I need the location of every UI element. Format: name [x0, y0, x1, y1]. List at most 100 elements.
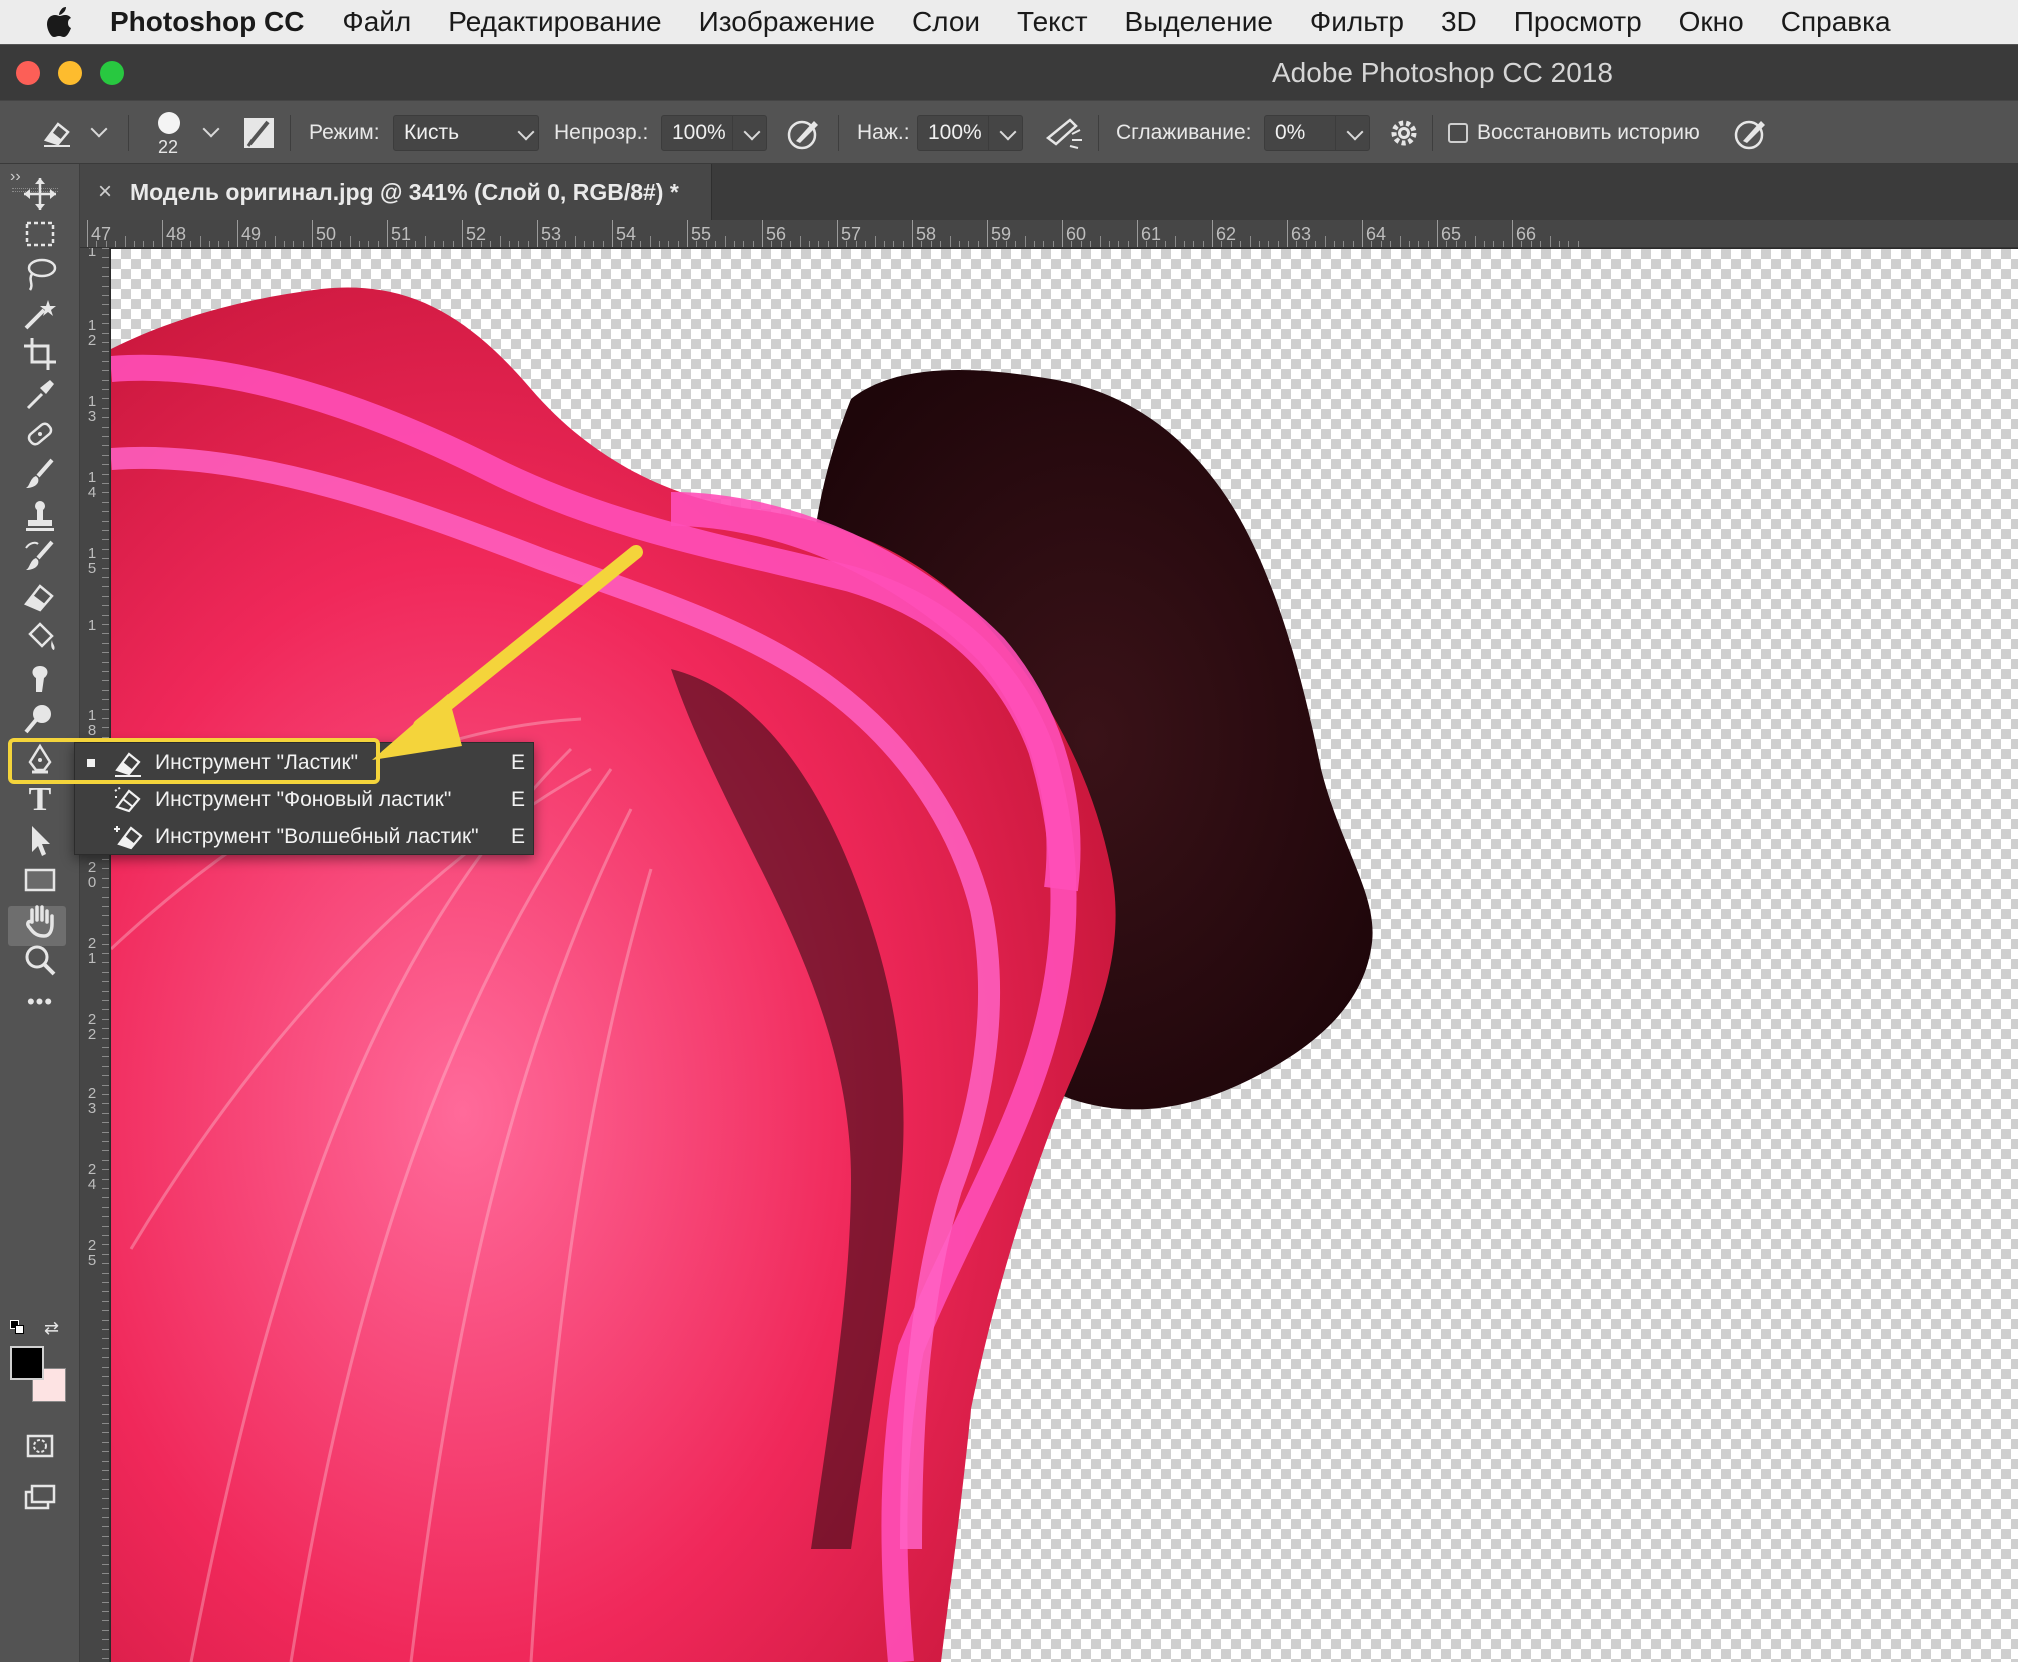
document-tab[interactable]: × Модель оригинал.jpg @ 341% (Слой 0, RG… — [80, 164, 712, 220]
ruler-minor-tick — [102, 1554, 109, 1556]
menu-image[interactable]: Изображение — [699, 6, 875, 38]
ruler-minor-tick — [302, 241, 304, 247]
ruler-minor-tick — [102, 379, 109, 381]
ruler-minor-tick — [102, 661, 109, 663]
flyout-item-label: Инструмент "Фоновый ластик" — [155, 788, 452, 811]
rectangle-tool[interactable] — [18, 858, 62, 902]
ruler-minor-tick — [102, 454, 109, 456]
ruler-label: 66 — [1516, 224, 1537, 244]
ruler-minor-tick — [359, 241, 360, 247]
flow-input[interactable]: 100% — [917, 115, 1023, 151]
chevron-down-icon[interactable] — [202, 120, 220, 138]
menu-file[interactable]: Файл — [342, 6, 411, 38]
gear-icon — [1391, 120, 1417, 146]
minimize-window-button[interactable] — [58, 61, 82, 85]
brush-settings-toggle[interactable] — [242, 101, 276, 165]
marquee-tool[interactable] — [18, 212, 62, 256]
mode-select[interactable]: Кисть — [393, 115, 539, 151]
brush-tool[interactable] — [18, 452, 62, 496]
paint-bucket-tool[interactable] — [18, 616, 62, 660]
ruler-minor-tick — [102, 1159, 109, 1161]
menu-layers[interactable]: Слои — [912, 6, 980, 38]
ruler-minor-tick — [471, 241, 473, 247]
menu-3d[interactable]: 3D — [1441, 6, 1477, 38]
close-window-button[interactable] — [16, 61, 40, 85]
ruler-minor-tick — [102, 492, 109, 494]
clone-stamp-tool[interactable] — [18, 494, 62, 538]
healing-brush-tool[interactable] — [18, 412, 62, 456]
history-brush-tool[interactable] — [18, 534, 62, 578]
magic-wand-tool[interactable] — [18, 292, 62, 336]
ruler-minor-tick — [977, 241, 979, 247]
ruler-minor-tick — [102, 1385, 109, 1387]
menu-type[interactable]: Текст — [1017, 6, 1088, 38]
menu-select[interactable]: Выделение — [1125, 6, 1273, 38]
pressure-size-icon — [1734, 120, 1765, 150]
ruler-minor-tick — [102, 1056, 109, 1058]
app-name[interactable]: Photoshop CC — [110, 6, 304, 38]
menu-edit[interactable]: Редактирование — [448, 6, 661, 38]
opacity-input[interactable]: 100% — [661, 115, 767, 151]
eyedropper-tool[interactable] — [18, 372, 62, 416]
ruler-minor-tick — [790, 241, 792, 247]
ruler-minor-tick — [1521, 241, 1523, 247]
chevron-down-icon[interactable] — [90, 120, 108, 138]
zoom-window-button[interactable] — [100, 61, 124, 85]
dodge-tool[interactable] — [18, 696, 62, 740]
quick-mask-button[interactable] — [18, 1424, 62, 1468]
menu-help[interactable]: Справка — [1781, 6, 1891, 38]
lasso-tool[interactable] — [18, 252, 62, 296]
ruler-minor-tick — [1418, 241, 1420, 247]
hand-tool[interactable] — [18, 898, 62, 942]
default-colors-icon[interactable] — [10, 1320, 24, 1334]
tool-preset-picker[interactable] — [40, 101, 74, 165]
menu-view[interactable]: Просмотр — [1514, 6, 1642, 38]
move-tool[interactable] — [18, 172, 62, 216]
restore-history-checkbox[interactable] — [1448, 123, 1468, 143]
ruler-minor-tick — [102, 1310, 109, 1312]
type-tool[interactable]: T — [18, 778, 62, 822]
close-document-icon[interactable]: × — [80, 178, 130, 206]
dodge-icon — [24, 705, 51, 734]
highlight-box-annotation — [8, 738, 380, 784]
hand-icon — [26, 905, 54, 938]
smoothing-settings-button[interactable] — [1387, 101, 1421, 165]
ruler-minor-tick — [724, 236, 726, 247]
ruler-label: 63 — [1291, 224, 1312, 244]
tablet-pressure-size-toggle[interactable] — [1733, 101, 1769, 165]
menu-filter[interactable]: Фильтр — [1310, 6, 1404, 38]
ruler-minor-tick — [102, 313, 109, 315]
brush-icon — [26, 458, 54, 488]
ruler-minor-tick — [102, 1253, 109, 1255]
screen-mode-button[interactable] — [18, 1476, 62, 1520]
ruler-minor-tick — [499, 236, 501, 247]
path-selection-tool[interactable] — [18, 818, 62, 862]
flyout-item-magic-eraser[interactable]: Инструмент "Волшебный ластик" E — [75, 819, 535, 855]
zoom-tool[interactable] — [18, 938, 62, 982]
swap-colors-icon[interactable]: ⇄ — [44, 1318, 59, 1339]
menu-window[interactable]: Окно — [1679, 6, 1744, 38]
more-tools[interactable]: ••• — [18, 980, 62, 1024]
apple-icon[interactable] — [38, 7, 82, 37]
ruler-minor-tick — [102, 1150, 109, 1152]
ruler-minor-tick — [1427, 241, 1429, 247]
smoothing-input[interactable]: 0% — [1264, 115, 1370, 151]
restore-history-label[interactable]: Восстановить историю — [1477, 101, 1700, 165]
opacity-pressure-toggle[interactable] — [786, 101, 822, 165]
horizontal-ruler[interactable]: 47 48 49 50 51 52 53 54 55 56 57 58 59 60 61 62 63 64 65 66 — [80, 220, 2018, 248]
flyout-item-background-eraser[interactable]: Инструмент "Фоновый ластик" E — [75, 782, 535, 818]
ruler-tick — [912, 220, 913, 247]
ruler-minor-tick — [102, 943, 109, 945]
vertical-ruler[interactable]: 11 21 31 41 511 81 92 02 12 22 32 42 5 — [80, 248, 110, 1662]
ruler-label: 61 — [1141, 224, 1162, 244]
ruler-minor-tick — [102, 530, 109, 531]
crop-tool[interactable] — [18, 332, 62, 376]
ruler-minor-tick — [102, 520, 109, 522]
ruler-label: 57 — [841, 224, 862, 244]
document-canvas[interactable] — [111, 249, 2018, 1662]
foreground-color-swatch[interactable] — [10, 1346, 44, 1380]
options-bar: 22 Режим: Кисть Непрозр.: 100% Наж.: 100… — [0, 100, 2018, 164]
airbrush-toggle[interactable] — [1044, 101, 1084, 165]
eraser-tool[interactable] — [18, 576, 62, 620]
smudge-tool[interactable] — [18, 656, 62, 700]
